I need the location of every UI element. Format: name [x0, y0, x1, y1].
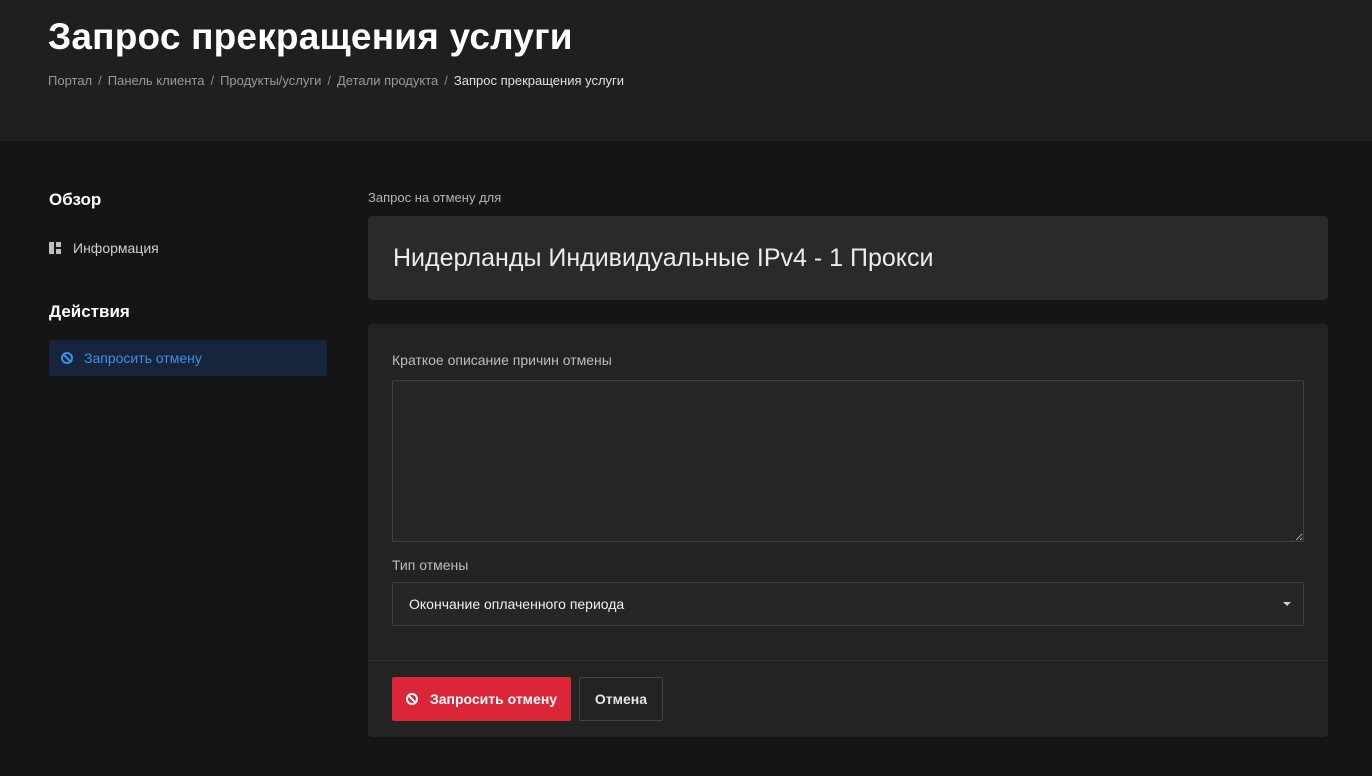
- dashboard-icon: [49, 242, 61, 254]
- breadcrumb-current: Запрос прекращения услуги: [453, 73, 625, 88]
- cancellation-form: Краткое описание причин отмены Тип отмен…: [368, 324, 1328, 737]
- breadcrumb-separator: /: [98, 73, 102, 88]
- form-actions: Запросить отмену Отмена: [392, 677, 663, 721]
- breadcrumb: Портал / Панель клиента / Продукты/услуг…: [48, 73, 624, 88]
- breadcrumb-products[interactable]: Продукты/услуги: [220, 73, 321, 88]
- cancellation-type-select[interactable]: Окончание оплаченного периода: [392, 582, 1304, 626]
- cancellation-type-value: Окончание оплаченного периода: [409, 596, 625, 612]
- sidebar-item-label: Информация: [73, 240, 159, 256]
- sidebar-item-information[interactable]: Информация: [49, 230, 327, 266]
- caret-down-icon: [1283, 602, 1291, 606]
- form-divider: [368, 660, 1328, 661]
- request-cancellation-button[interactable]: Запросить отмену: [392, 677, 571, 721]
- request-cancellation-label: Запросить отмену: [429, 691, 558, 707]
- cancel-for-label: Запрос на отмену для: [368, 190, 502, 205]
- ban-icon: [61, 352, 73, 364]
- page-header: Запрос прекращения услуги Портал / Панел…: [0, 0, 1372, 141]
- page-title: Запрос прекращения услуги: [48, 16, 573, 57]
- breadcrumb-portal[interactable]: Портал: [48, 73, 92, 88]
- reason-textarea[interactable]: [392, 380, 1304, 542]
- sidebar-item-request-cancellation[interactable]: Запросить отмену: [49, 340, 327, 376]
- sidebar-item-label: Запросить отмену: [84, 350, 202, 366]
- sidebar-overview-title: Обзор: [49, 190, 102, 209]
- cancellation-type-label: Тип отмены: [392, 557, 469, 573]
- breadcrumb-separator: /: [327, 73, 331, 88]
- main-content: Запрос на отмену для Нидерланды Индивиду…: [368, 190, 1328, 737]
- sidebar-actions-title: Действия: [49, 302, 130, 321]
- breadcrumb-separator: /: [210, 73, 215, 88]
- product-card: Нидерланды Индивидуальные IPv4 - 1 Прокс…: [368, 216, 1328, 300]
- breadcrumb-separator: /: [444, 73, 448, 88]
- ban-icon: [405, 693, 418, 705]
- breadcrumb-product-details[interactable]: Детали продукта: [337, 73, 438, 88]
- cancel-button[interactable]: Отмена: [579, 677, 663, 721]
- reason-label: Краткое описание причин отмены: [392, 352, 612, 368]
- breadcrumb-client-area[interactable]: Панель клиента: [108, 73, 205, 88]
- product-name: Нидерланды Индивидуальные IPv4 - 1 Прокс…: [393, 243, 934, 272]
- sidebar: Обзор Информация Действия Запросить отме…: [49, 190, 327, 376]
